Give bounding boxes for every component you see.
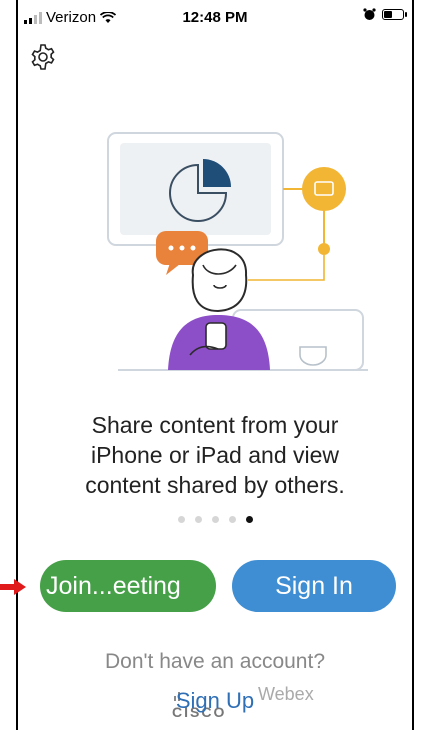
sign-in-button[interactable]: Sign In — [232, 560, 396, 612]
gear-icon[interactable] — [28, 42, 58, 72]
page-dot[interactable] — [177, 516, 185, 523]
sign-in-label: Sign In — [275, 571, 353, 600]
status-right — [363, 8, 407, 21]
page-dot[interactable] — [211, 516, 219, 523]
sign-up-label: Sign Up — [175, 688, 255, 713]
no-account-prompt: Don't have an account? — [105, 650, 325, 673]
phone-screen: Verizon 12:48 PM Share content from your… — [16, 0, 414, 730]
red-arrow-indicator — [0, 579, 26, 595]
battery-icon — [382, 9, 407, 20]
page-indicator[interactable] — [18, 516, 412, 523]
onboarding-headline: Share content from your iPhone or iPad a… — [85, 412, 345, 498]
alarm-icon — [363, 8, 376, 20]
page-dot-active[interactable] — [245, 516, 253, 523]
sign-up-link[interactable]: Sign Up — [18, 688, 412, 714]
clock: 12:48 PM — [182, 9, 248, 26]
onboarding-illustration — [107, 132, 368, 371]
status-bar: Verizon 12:48 PM — [18, 0, 412, 36]
join-meeting-button[interactable]: Join...eeting — [40, 560, 216, 612]
page-dot[interactable] — [194, 516, 202, 523]
join-meeting-label: Join...eeting — [46, 571, 181, 600]
page-dot[interactable] — [228, 516, 236, 523]
